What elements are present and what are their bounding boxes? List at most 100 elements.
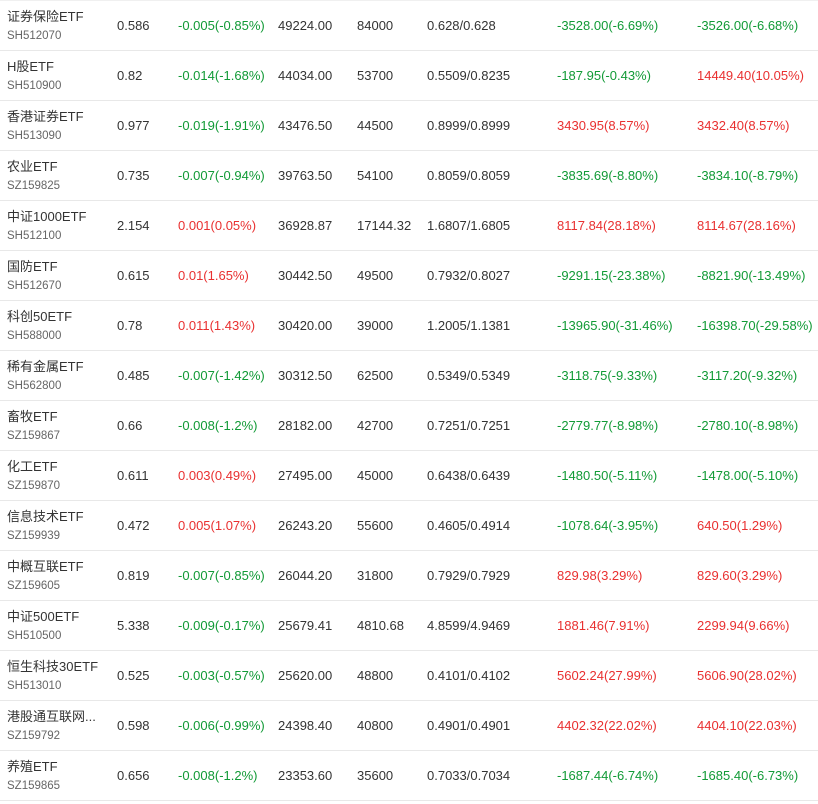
table-row[interactable]: 恒生科技30ETF SH513010 0.525 -0.003(-0.57%) 2562… xyxy=(0,651,818,701)
amount-cell: 25679.41 xyxy=(278,618,333,633)
volume-cell: 48800 xyxy=(357,668,394,683)
premium-cell-1: 5602.24(27.99%) xyxy=(557,668,657,683)
fund-name-link[interactable]: 中证1000ETF xyxy=(7,209,86,225)
change-cell: -0.007(-0.85%) xyxy=(178,568,265,583)
fund-code[interactable]: SZ159792 xyxy=(7,729,60,743)
fund-code[interactable]: SH512070 xyxy=(7,29,61,43)
table-row[interactable]: H股ETF SH510900 0.82 -0.014(-1.68%) 44034.00 5… xyxy=(0,51,818,101)
table-row[interactable]: 中证1000ETF SH512100 2.154 0.001(0.05%) 36928.… xyxy=(0,201,818,251)
volume-cell: 62500 xyxy=(357,368,394,383)
fund-name-link[interactable]: 中概互联ETF xyxy=(7,559,84,575)
volume-cell: 53700 xyxy=(357,68,394,83)
amount-cell: 39763.50 xyxy=(278,168,333,183)
premium-cell-2: -1478.00(-5.10%) xyxy=(697,468,799,483)
fund-code[interactable]: SZ159605 xyxy=(7,579,60,593)
amount-cell: 23353.60 xyxy=(278,768,333,783)
table-row[interactable]: 畜牧ETF SZ159867 0.66 -0.008(-1.2%) 28182.00 42… xyxy=(0,401,818,451)
fund-name-link[interactable]: 农业ETF xyxy=(7,159,58,175)
range-cell: 0.7929/0.7929 xyxy=(427,568,511,583)
table-row[interactable]: 稀有金属ETF SH562800 0.485 -0.007(-1.42%) 30312.… xyxy=(0,351,818,401)
fund-code[interactable]: SH513010 xyxy=(7,679,61,693)
fund-code[interactable]: SZ159867 xyxy=(7,429,60,443)
fund-name-link[interactable]: 恒生科技30ETF xyxy=(7,659,98,675)
premium-cell-2: -3117.20(-9.32%) xyxy=(697,368,798,383)
table-row[interactable]: 化工ETF SZ159870 0.611 0.003(0.49%) 27495.00 45… xyxy=(0,451,818,501)
volume-cell: 40800 xyxy=(357,718,394,733)
table-row[interactable]: 科创50ETF SH588000 0.78 0.011(1.43%) 30420.00 3… xyxy=(0,301,818,351)
range-cell: 1.2005/1.1381 xyxy=(427,318,511,333)
fund-code[interactable]: SH562800 xyxy=(7,379,61,393)
fund-code[interactable]: SH512670 xyxy=(7,279,61,293)
price-cell: 0.598 xyxy=(117,718,150,733)
price-cell: 0.656 xyxy=(117,768,150,783)
fund-name-link[interactable]: H股ETF xyxy=(7,59,54,75)
premium-cell-1: -1687.44(-6.74%) xyxy=(557,768,659,783)
fund-code[interactable]: SH513090 xyxy=(7,129,61,143)
amount-cell: 30420.00 xyxy=(278,318,333,333)
fund-name-link[interactable]: 科创50ETF xyxy=(7,309,72,325)
premium-cell-2: 2299.94(9.66%) xyxy=(697,618,790,633)
premium-cell-1: 829.98(3.29%) xyxy=(557,568,643,583)
table-row[interactable]: 国防ETF SH512670 0.615 0.01(1.65%) 30442.50 495… xyxy=(0,251,818,301)
table-row[interactable]: 证券保险ETF SH512070 0.586 -0.005(-0.85%) 49224.… xyxy=(0,1,818,51)
fund-name-link[interactable]: 港股通互联网... xyxy=(7,709,96,725)
price-cell: 0.485 xyxy=(117,368,150,383)
premium-cell-2: -16398.70(-29.58%) xyxy=(697,318,813,333)
fund-name-link[interactable]: 中证500ETF xyxy=(7,609,79,625)
fund-code[interactable]: SZ159870 xyxy=(7,479,60,493)
change-cell: 0.003(0.49%) xyxy=(178,468,257,483)
premium-cell-1: 4402.32(22.02%) xyxy=(557,718,657,733)
price-cell: 0.819 xyxy=(117,568,150,583)
change-cell: -0.009(-0.17%) xyxy=(178,618,265,633)
premium-cell-2: 640.50(1.29%) xyxy=(697,518,783,533)
premium-cell-1: -13965.90(-31.46%) xyxy=(557,318,673,333)
table-row[interactable]: 中证500ETF SH510500 5.338 -0.009(-0.17%) 25679… xyxy=(0,601,818,651)
range-cell: 1.6807/1.6805 xyxy=(427,218,511,233)
fund-code[interactable]: SH588000 xyxy=(7,329,61,343)
premium-cell-2: -2780.10(-8.98%) xyxy=(697,418,799,433)
premium-cell-2: 4404.10(22.03%) xyxy=(697,718,797,733)
amount-cell: 30442.50 xyxy=(278,268,333,283)
fund-code[interactable]: SH510900 xyxy=(7,79,61,93)
fund-name-link[interactable]: 国防ETF xyxy=(7,259,58,275)
table-row[interactable]: 养殖ETF SZ159865 0.656 -0.008(-1.2%) 23353.60 3… xyxy=(0,751,818,801)
volume-cell: 39000 xyxy=(357,318,394,333)
premium-cell-2: 5606.90(28.02%) xyxy=(697,668,797,683)
fund-name-link[interactable]: 化工ETF xyxy=(7,459,58,475)
table-row[interactable]: 中概互联ETF SZ159605 0.819 -0.007(-0.85%) 26044.… xyxy=(0,551,818,601)
fund-name-link[interactable]: 信息技术ETF xyxy=(7,509,84,525)
premium-cell-2: -3834.10(-8.79%) xyxy=(697,168,799,183)
amount-cell: 26044.20 xyxy=(278,568,333,583)
fund-code[interactable]: SZ159825 xyxy=(7,179,60,193)
amount-cell: 30312.50 xyxy=(278,368,333,383)
range-cell: 0.4101/0.4102 xyxy=(427,668,511,683)
change-cell: -0.007(-0.94%) xyxy=(178,168,265,183)
fund-name-link[interactable]: 证券保险ETF xyxy=(7,9,84,25)
fund-code[interactable]: SH512100 xyxy=(7,229,61,243)
fund-code[interactable]: SH510500 xyxy=(7,629,61,643)
premium-cell-1: -1078.64(-3.95%) xyxy=(557,518,659,533)
price-cell: 0.472 xyxy=(117,518,150,533)
table-row[interactable]: 信息技术ETF SZ159939 0.472 0.005(1.07%) 26243.20… xyxy=(0,501,818,551)
price-cell: 0.977 xyxy=(117,118,150,133)
fund-code[interactable]: SZ159939 xyxy=(7,529,60,543)
amount-cell: 36928.87 xyxy=(278,218,333,233)
premium-cell-2: 14449.40(10.05%) xyxy=(697,68,804,83)
price-cell: 5.338 xyxy=(117,618,150,633)
fund-name-link[interactable]: 畜牧ETF xyxy=(7,409,58,425)
range-cell: 0.5349/0.5349 xyxy=(427,368,511,383)
price-cell: 0.78 xyxy=(117,318,143,333)
change-cell: 0.005(1.07%) xyxy=(178,518,257,533)
fund-code[interactable]: SZ159865 xyxy=(7,779,60,793)
volume-cell: 4810.68 xyxy=(357,618,404,633)
premium-cell-2: 829.60(3.29%) xyxy=(697,568,783,583)
table-row[interactable]: 港股通互联网... SZ159792 0.598 -0.006(-0.99%) 2439… xyxy=(0,701,818,751)
table-row[interactable]: 香港证券ETF SH513090 0.977 -0.019(-1.91%) 43476.… xyxy=(0,101,818,151)
fund-name-link[interactable]: 稀有金属ETF xyxy=(7,359,84,375)
fund-name-link[interactable]: 养殖ETF xyxy=(7,759,58,775)
volume-cell: 49500 xyxy=(357,268,394,283)
fund-name-link[interactable]: 香港证券ETF xyxy=(7,109,84,125)
table-row[interactable]: 农业ETF SZ159825 0.735 -0.007(-0.94%) 39763.50… xyxy=(0,151,818,201)
premium-cell-1: -3835.69(-8.80%) xyxy=(557,168,659,183)
change-cell: -0.008(-1.2%) xyxy=(178,418,258,433)
